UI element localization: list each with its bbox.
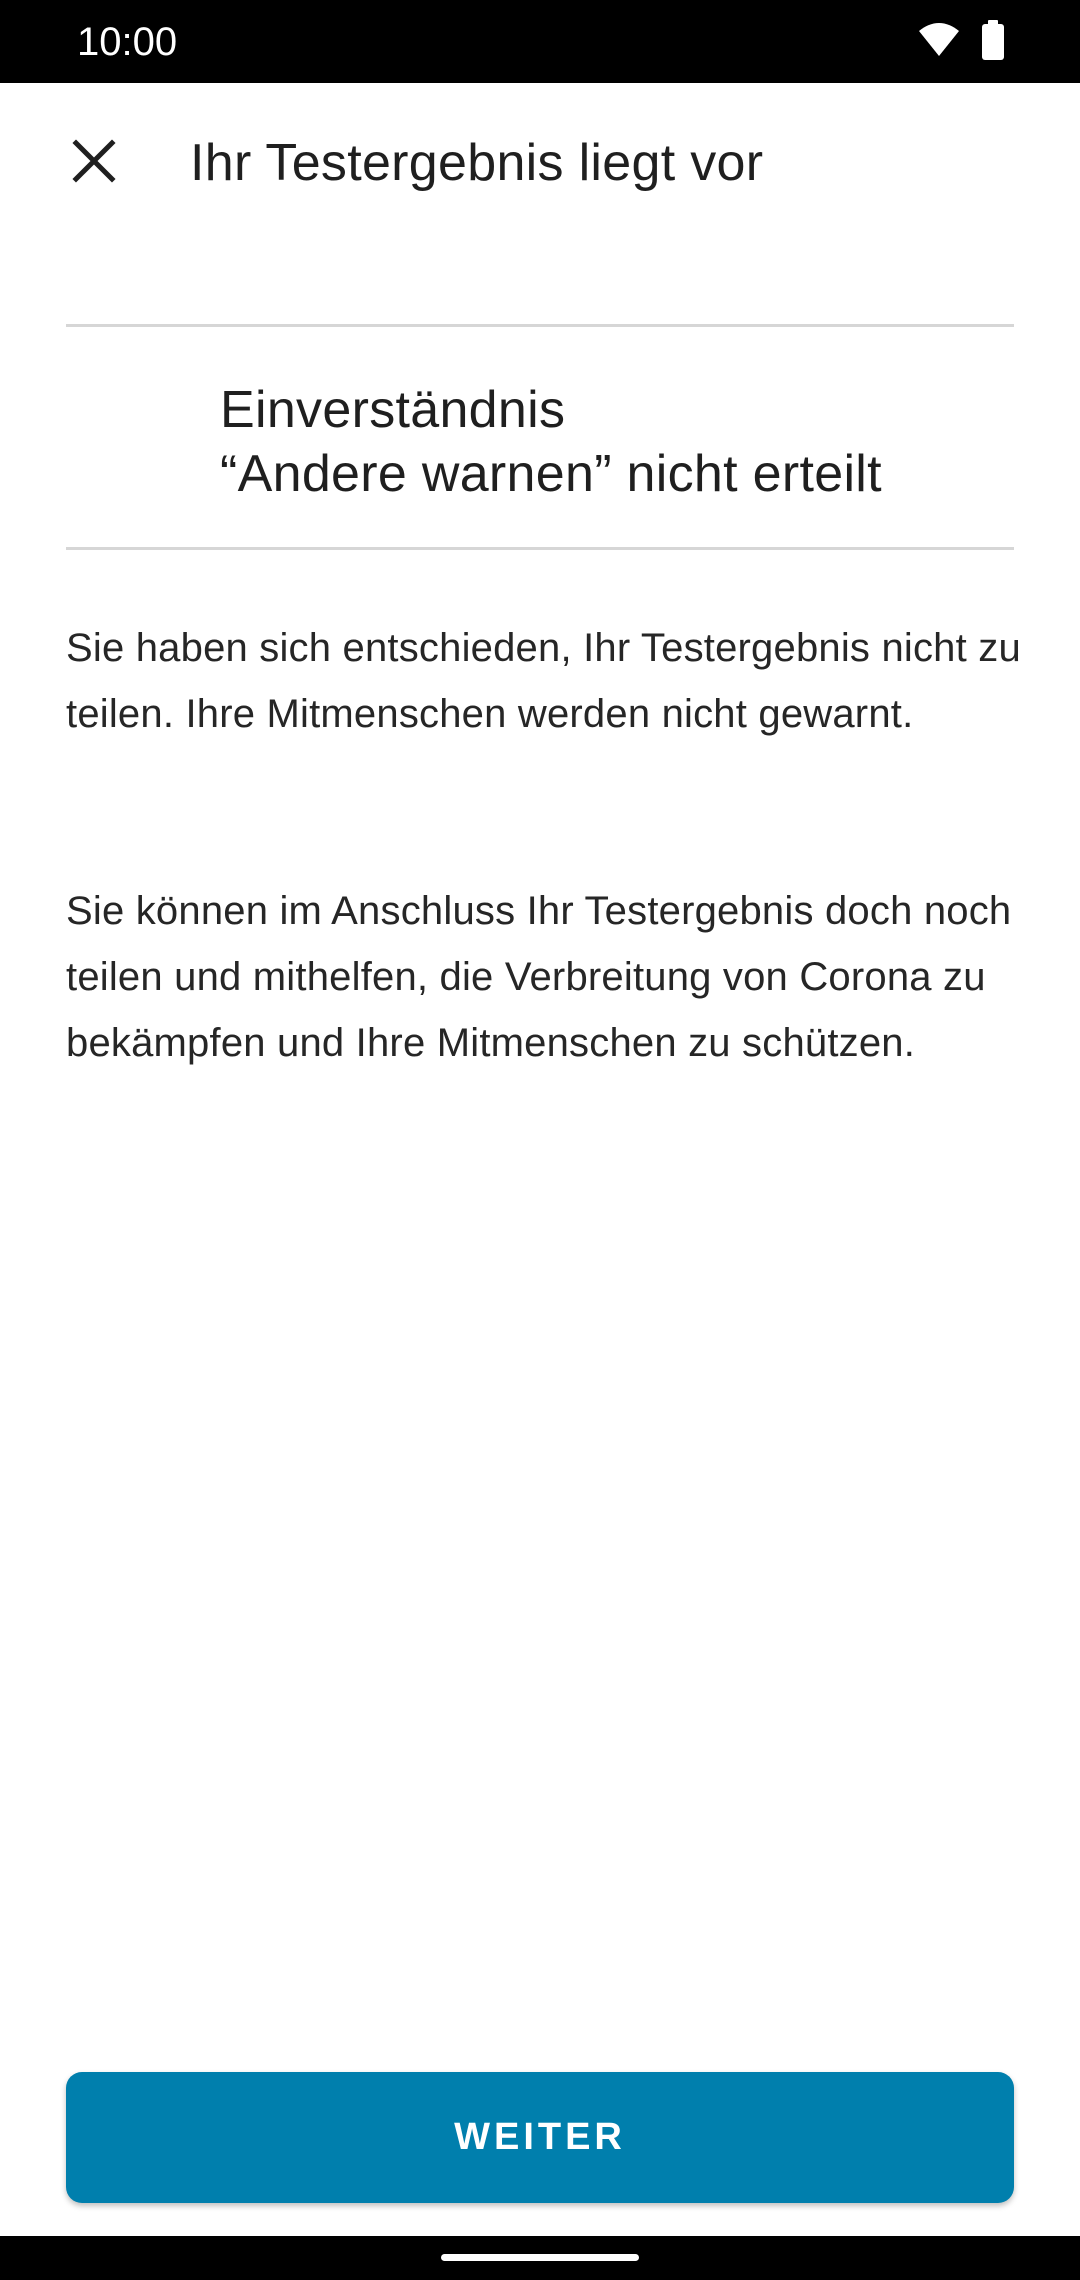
info-paragraph-1: Sie haben sich entschieden, Ihr Testerge… (66, 626, 1021, 736)
close-icon (72, 138, 116, 188)
home-handle[interactable] (441, 2254, 639, 2261)
close-button[interactable] (54, 123, 134, 203)
navigation-bar (0, 2236, 1080, 2280)
info-paragraph-2: Sie können im Anschluss Ihr Testergebnis… (66, 889, 1012, 1065)
status-time: 10:00 (77, 20, 178, 64)
divider-top (66, 324, 1014, 327)
weiter-button[interactable]: WEITER (66, 2072, 1014, 2203)
heading-line-1: Einverständnis (220, 381, 566, 439)
page-title: Ihr Testergebnis liegt vor (190, 134, 764, 192)
status-bar: 10:00 (0, 0, 1080, 83)
heading-line-2: “Andere warnen” nicht erteilt (220, 445, 882, 503)
app-bar: Ihr Testergebnis liegt vor (0, 83, 1080, 243)
wifi-icon (917, 22, 961, 63)
status-icons (917, 19, 1005, 65)
battery-icon (981, 19, 1005, 65)
divider-bottom (66, 547, 1014, 550)
consent-heading: Einverständnis “Andere warnen” nicht ert… (220, 378, 1020, 506)
